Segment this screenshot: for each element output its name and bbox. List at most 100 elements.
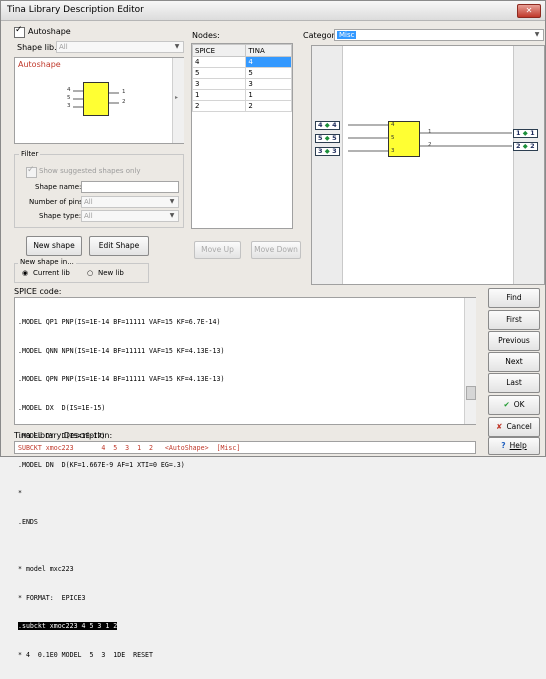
cancel-button[interactable]: ✘ Cancel [488, 417, 540, 437]
cross-icon: ✘ [496, 422, 503, 431]
new-shape-in-title: New shape in... [18, 258, 76, 266]
spice-scrollbar[interactable] [464, 298, 476, 424]
num-pins-combo[interactable]: All ▼ [81, 196, 179, 208]
chip-pin-label: 5 [391, 135, 395, 141]
ok-button[interactable]: ✔ OK [488, 395, 540, 415]
port-4[interactable]: 4 ◆ 4 [315, 121, 340, 130]
autoshape-checkbox[interactable] [14, 25, 25, 38]
tina-node-cell[interactable]: 4 [245, 56, 292, 68]
port-diamond-icon: ◆ [324, 121, 330, 129]
chip-pin-label: 1 [428, 129, 432, 135]
first-button[interactable]: First [488, 310, 540, 330]
preview-caption: Autoshape [18, 60, 61, 69]
port-3[interactable]: 3 ◆ 3 [315, 147, 340, 156]
tina-node-cell[interactable]: 2 [245, 100, 292, 112]
spice-node-cell: 3 [191, 78, 247, 90]
category-combo[interactable]: Misc ▼ [334, 29, 544, 41]
table-row[interactable]: 4 4 [191, 56, 292, 68]
editor-window: Tina Library Description Editor ✕ Autosh… [0, 0, 546, 659]
tina-node-cell[interactable]: 5 [245, 67, 292, 79]
chevron-down-icon: ▼ [174, 43, 180, 50]
port-label: 5 [332, 134, 337, 142]
port-diamond-icon: ◆ [522, 129, 528, 137]
table-row[interactable]: 5 5 [191, 67, 292, 79]
autoshape-label: Autoshape [28, 27, 71, 36]
preview-pin-label: 1 [122, 89, 126, 95]
preview-pin-label: 4 [67, 87, 71, 93]
nodes-label: Nodes: [192, 31, 220, 40]
port-1[interactable]: 1 ◆ 1 [513, 129, 538, 138]
tina-node-cell[interactable]: 3 [245, 78, 292, 90]
port-label: 3 [318, 147, 323, 155]
shape-name-input[interactable] [81, 181, 179, 193]
port-diamond-icon: ◆ [522, 142, 528, 150]
move-down-button[interactable]: Move Down [251, 241, 301, 259]
tina-node-cell[interactable]: 1 [245, 89, 292, 101]
spice-code-editor[interactable]: .MODEL QP1 PNP(IS=1E-14 BF=11111 VAF=15 … [14, 297, 476, 659]
spice-node-cell: 4 [191, 56, 247, 68]
chip-pin-label: 3 [391, 148, 395, 154]
help-button[interactable]: ? Help [488, 437, 540, 455]
port-5[interactable]: 5 ◆ 5 [315, 134, 340, 143]
code-line: .MODEL QNN NPN(IS=1E-14 BF=11111 VAF=15 … [18, 346, 225, 355]
cancel-label: Cancel [506, 422, 532, 431]
nodes-table-panel[interactable]: SPICE TINA 4 4 5 5 3 3 1 1 2 2 [191, 43, 293, 229]
shape-preview[interactable]: Autoshape ▸ 4 5 3 1 2 [14, 57, 184, 144]
code-line: .MODEL QPN PNP(IS=1E-14 BF=11111 VAF=15 … [18, 375, 225, 383]
scrollbar-thumb[interactable] [466, 386, 476, 400]
num-pins-value: All [84, 198, 93, 206]
spice-node-cell: 1 [191, 89, 247, 101]
show-suggested-checkbox[interactable] [26, 165, 37, 178]
current-lib-radio-icon[interactable]: ◉ [22, 269, 28, 277]
port-diamond-icon: ◆ [324, 147, 330, 155]
spice-code-text: .MODEL QP1 PNP(IS=1E-14 BF=11111 VAF=15 … [18, 299, 224, 679]
close-button[interactable]: ✕ [517, 4, 541, 18]
chevron-down-icon: ▼ [169, 198, 175, 205]
port-label: 2 [516, 142, 521, 150]
table-row[interactable]: 3 3 [191, 78, 292, 90]
chevron-down-icon: ▼ [534, 31, 540, 38]
find-button[interactable]: Find [488, 288, 540, 308]
current-lib-label: Current lib [33, 269, 70, 277]
new-shape-button[interactable]: New shape [26, 236, 82, 256]
shape-lib-combo[interactable]: All ▼ [56, 41, 184, 53]
help-icon: ? [501, 441, 506, 450]
preview-pin-label: 5 [67, 95, 71, 101]
port-2[interactable]: 2 ◆ 2 [513, 142, 538, 151]
shape-type-label: Shape type: [39, 212, 82, 220]
scroll-arrow-icon: ▸ [175, 94, 179, 101]
nodes-header-tina: TINA [245, 44, 292, 57]
ok-label: OK [513, 400, 525, 409]
move-up-button[interactable]: Move Up [194, 241, 241, 259]
edit-shape-button[interactable]: Edit Shape [89, 236, 149, 256]
last-button[interactable]: Last [488, 373, 540, 393]
category-value: Misc [337, 31, 357, 39]
nodes-table: SPICE TINA 4 4 5 5 3 3 1 1 2 2 [191, 44, 292, 112]
help-label: Help [509, 441, 527, 450]
port-label: 2 [530, 142, 535, 150]
num-pins-label: Number of pins: [29, 198, 86, 206]
shape-name-label: Shape name: [35, 183, 82, 191]
table-row[interactable]: 2 2 [191, 100, 292, 112]
preview-pin-label: 2 [122, 99, 126, 105]
selected-code-text: .subckt xmoc223 4 5 3 1 2 [18, 622, 118, 630]
window-title: Tina Library Description Editor [7, 5, 144, 15]
code-line: .ENDS [18, 517, 38, 526]
tina-desc-field[interactable]: SUBCKT xmoc223 4 5 3 1 2 <AutoShape> [Mi… [14, 441, 476, 454]
shape-type-value: All [84, 212, 93, 220]
tina-desc-label: Tina Library Description: [14, 431, 113, 440]
preview-pins [73, 90, 119, 108]
new-lib-radio-icon[interactable]: ○ [87, 269, 93, 277]
next-button[interactable]: Next [488, 352, 540, 372]
port-label: 3 [332, 147, 337, 155]
title-bar: Tina Library Description Editor ✕ [1, 1, 545, 21]
tina-desc-text: SUBCKT xmoc223 4 5 3 1 2 <AutoShape> [Mi… [18, 444, 241, 452]
schematic-wires [348, 124, 512, 152]
shape-type-combo[interactable]: All ▼ [81, 210, 179, 222]
schematic-view[interactable]: 4 5 3 1 2 4 ◆ 4 5 ◆ 5 3 ◆ 3 1 ◆ 1 2 ◆ 2 [311, 45, 545, 285]
show-suggested-label: Show suggested shapes only [39, 167, 141, 175]
chip-pin-label: 4 [391, 122, 395, 128]
previous-button[interactable]: Previous [488, 331, 540, 351]
port-label: 1 [516, 129, 521, 137]
table-row[interactable]: 1 1 [191, 89, 292, 101]
